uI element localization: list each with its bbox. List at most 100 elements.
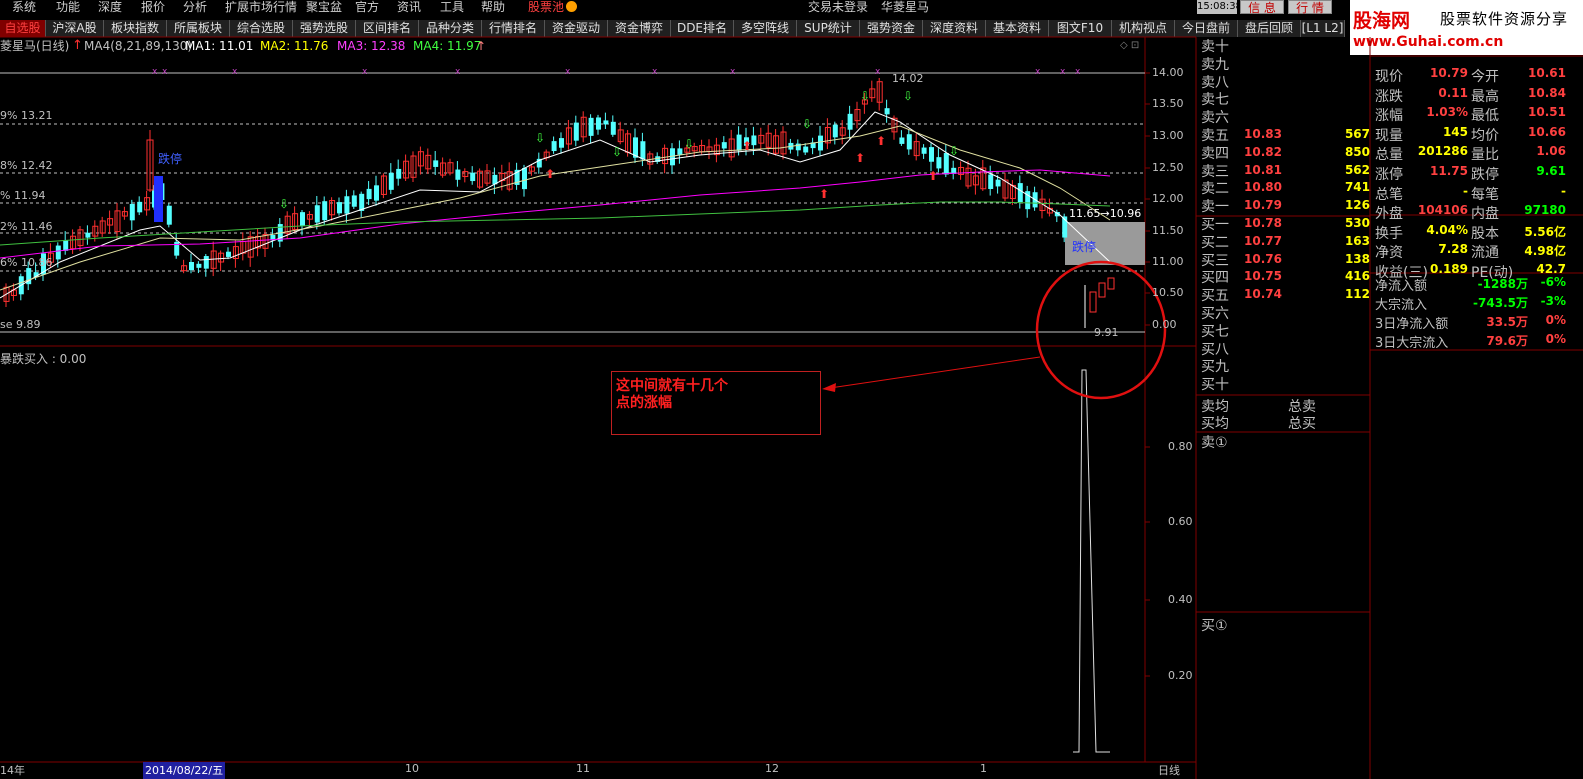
stat-label: 涨幅 [1375,108,1403,125]
orderbook-volume: 567 [1344,127,1370,141]
stat-label: 总笔 [1375,186,1403,203]
price-axis-label: 12.50 [1152,161,1184,174]
orderbook-price: 10.76 [1244,251,1282,266]
candle-body [906,134,912,150]
date-axis-start: 14年 [0,764,25,777]
stat-value: 10.61 [1528,66,1566,80]
signal-arrow-icon: ⬆ [545,167,555,181]
stat-value: 4.04% [1426,222,1468,237]
signal-arrow-icon: ⇩ [802,117,812,131]
signal-arrow-icon: ⬆ [928,169,938,183]
indicator-axis-label: 0.80 [1168,440,1193,453]
level-label: se 9.89 [0,318,41,331]
price-axis-label: 10.50 [1152,286,1184,299]
candle-body [929,147,934,162]
stat-value: 9.61 [1536,164,1566,178]
stat-label: 最低 [1471,108,1499,125]
note-arrowhead-icon [822,383,836,392]
candle-body [344,196,350,214]
signal-arrow-icon: ⇩ [949,144,959,158]
stat-label: 流通 [1471,245,1499,262]
candle-body [55,245,61,260]
stat-value: 42.7 [1536,262,1566,276]
candle-body [300,212,305,226]
candle-body [559,138,564,148]
price-axis-label: 13.00 [1152,129,1184,142]
indicator-axis-label: 0.20 [1168,669,1193,682]
sell-queue-label: 卖① [1201,435,1228,451]
price-axis-label: 11.00 [1152,255,1184,268]
flow-label: 3日大宗流入 [1375,336,1449,351]
candle-body [351,195,357,207]
candle-body [884,108,890,115]
orderbook-price: 10.78 [1244,216,1282,230]
signal-arrow-icon: ⇩ [279,197,289,211]
candle-body [166,205,172,225]
stat-label: 跌停 [1471,167,1499,183]
limit-down-candle [154,176,163,222]
stat-label: 涨停 [1375,167,1403,183]
orderbook-price: 10.77 [1244,233,1282,248]
top-marker: x [652,67,658,77]
candle-body [899,137,905,144]
stat-value: 10.66 [1528,124,1566,139]
signal-arrow-icon: ⬆ [876,134,886,148]
candle-body [818,135,823,151]
signal-arrow-icon: ⇩ [860,89,870,103]
top-marker: x [565,67,571,77]
period-label[interactable]: 日线 [1158,762,1180,778]
orderbook-volume: 530 [1344,216,1370,230]
stat-label: 股本 [1471,225,1499,242]
top-marker: x [232,67,238,77]
candle-body [137,201,143,213]
orderbook-price: 10.83 [1244,127,1282,141]
date-axis-month-12: 12 [765,762,779,775]
top-marker: x [162,67,168,77]
flow-pct: 0% [1545,313,1566,327]
limit-down-label-2: 跌停 [1072,240,1097,254]
candle-body [388,172,394,190]
orderbook-volume: 741 [1344,180,1370,195]
stat-label: 最高 [1471,88,1499,105]
candle-body [189,262,194,271]
stat-value: 0.11 [1438,85,1468,100]
orderbook-volume: 562 [1344,162,1370,177]
candle-body [322,201,328,221]
candle-body [366,188,372,200]
stat-label: 均价 [1471,127,1499,144]
buy-queue-label: 买① [1201,618,1228,634]
candle-body [610,121,616,135]
orderbook-price: 10.79 [1244,198,1282,213]
orderbook-volume: 112 [1344,287,1370,302]
price-axis-label: 12.00 [1152,192,1184,205]
stat-value: 10.79 [1430,66,1468,80]
flow-value: 33.5万 [1486,315,1528,329]
flow-label: 3日净流入额 [1375,317,1449,332]
stat-value: 5.56亿 [1524,224,1566,239]
stat-value: 201286 [1417,144,1468,159]
candle-body [803,146,809,153]
level-label: 9% 13.21 [0,109,53,122]
stat-label: 涨跌 [1375,88,1403,105]
stat-value: 0.189 [1430,262,1468,276]
signal-arrow-icon: ⇩ [612,145,622,159]
level-label: 6% 10.86 [0,256,53,269]
candle-body [721,142,727,149]
stat-label: 总量 [1375,147,1403,164]
level-label: % 11.94 [0,189,46,202]
level-label: 8% 12.42 [0,159,53,172]
stat-label: 现价 [1375,69,1403,85]
signal-arrow-icon: ⬆ [855,151,865,165]
note-arrow-line [829,356,1041,389]
stat-value: 11.75 [1430,164,1468,178]
total-buy-label: 总买 [1288,416,1316,432]
flow-value: -1288万 [1477,277,1528,291]
avg-buy-label: 买均 [1201,416,1229,432]
stat-label: 净资 [1375,245,1403,262]
signal-arrow-icon: ⬆ [742,139,752,153]
candle-body [640,141,646,160]
top-marker: x [1035,67,1041,77]
orderbook-volume: 163 [1344,233,1370,248]
orderbook-price: 10.74 [1244,287,1282,302]
limit-down-label: 跌停 [158,152,183,166]
